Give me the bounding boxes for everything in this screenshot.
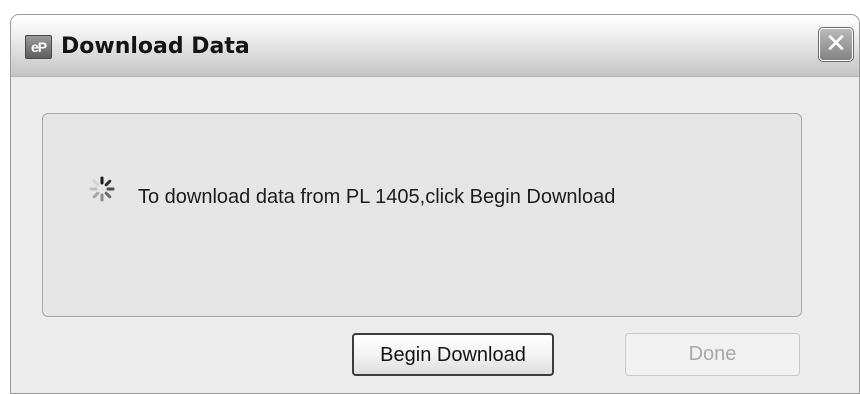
download-data-dialog: eP Download Data ✕ To download data from… <box>10 14 860 394</box>
begin-download-button[interactable]: Begin Download <box>352 333 554 376</box>
app-icon: eP <box>25 35 52 59</box>
done-button[interactable]: Done <box>625 333 800 376</box>
message-panel: To download data from PL 1405,click Begi… <box>42 113 802 317</box>
window-title: Download Data <box>61 34 250 59</box>
instruction-text: To download data from PL 1405,click Begi… <box>138 186 616 208</box>
close-button[interactable]: ✕ <box>818 27 854 62</box>
title-bar[interactable]: eP Download Data ✕ <box>11 15 859 77</box>
spinner-icon <box>89 176 115 202</box>
